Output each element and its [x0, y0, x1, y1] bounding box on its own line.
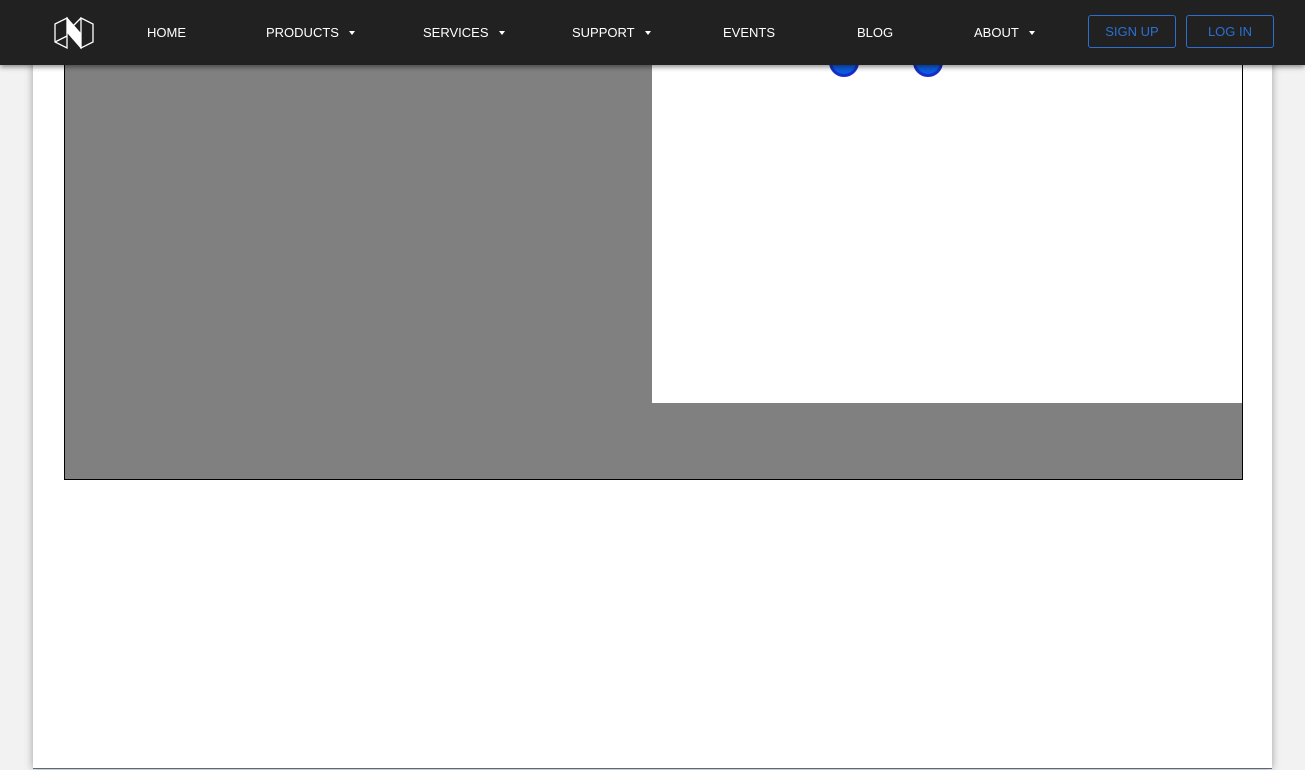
nav-events[interactable]: EVENTS [723, 23, 775, 43]
chevron-down-icon [498, 30, 505, 35]
chevron-down-icon [1028, 30, 1035, 35]
nav-home-label: HOME [147, 25, 186, 40]
nav-services[interactable]: SERVICES [423, 23, 505, 43]
sign-up-button[interactable]: SIGN UP [1088, 15, 1176, 48]
nav-services-label: SERVICES [423, 25, 489, 40]
nav-home[interactable]: HOME [147, 23, 186, 43]
nav-about-label: ABOUT [974, 25, 1019, 40]
nav-support[interactable]: SUPPORT [572, 23, 651, 43]
nav-products[interactable]: PRODUCTS [266, 23, 355, 43]
nav-about[interactable]: ABOUT [974, 23, 1035, 43]
nav-blog[interactable]: BLOG [857, 23, 893, 43]
brand-logo-icon[interactable] [53, 16, 95, 50]
nav-blog-label: BLOG [857, 25, 894, 40]
nav-events-label: EVENTS [723, 25, 776, 40]
chevron-down-icon [644, 30, 651, 35]
top-navbar: HOME PRODUCTS SERVICES SUPPORT EVENTS BL… [0, 0, 1305, 65]
chevron-down-icon [348, 30, 355, 35]
nav-support-label: SUPPORT [572, 25, 635, 40]
nav-products-label: PRODUCTS [266, 25, 339, 40]
log-in-button[interactable]: LOG IN [1186, 15, 1274, 48]
